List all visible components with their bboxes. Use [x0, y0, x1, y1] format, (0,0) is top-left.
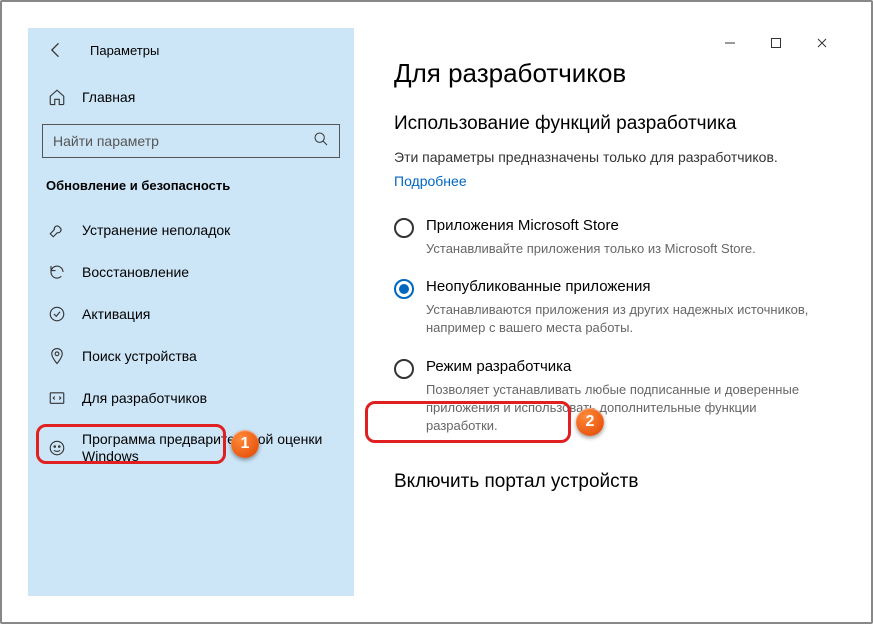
search-box[interactable]: [42, 124, 340, 158]
section-heading: Использование функций разработчика: [394, 113, 818, 135]
option-help: Устанавливайте приложения только из Micr…: [426, 240, 756, 258]
search-input[interactable]: [53, 133, 293, 149]
radio-icon[interactable]: [394, 359, 414, 379]
option-help: Позволяет устанавливать любые подписанны…: [426, 381, 818, 436]
option-label: Неопубликованные приложения: [426, 278, 818, 295]
option-help: Устанавливаются приложения из других над…: [426, 301, 818, 337]
radio-icon[interactable]: [394, 279, 414, 299]
option-label: Режим разработчика: [426, 358, 818, 375]
sidebar-item-label: Активация: [82, 306, 150, 323]
sidebar-item-label: Программа предварительной оценки Windows: [82, 431, 336, 465]
window-controls: [707, 28, 845, 58]
window-title: Параметры: [90, 43, 159, 58]
sidebar-item-label: Для разработчиков: [82, 390, 207, 407]
settings-window: Параметры Главная Обновление и безопасно…: [28, 28, 846, 596]
back-button[interactable]: [46, 40, 66, 60]
sidebar-item-troubleshoot[interactable]: Устранение неполадок: [28, 209, 354, 251]
home-icon: [48, 88, 66, 106]
content-pane: Для разработчиков Использование функций …: [354, 28, 846, 596]
section-description: Эти параметры предназначены только для р…: [394, 149, 818, 165]
sidebar-item-find-device[interactable]: Поиск устройства: [28, 335, 354, 377]
sidebar-item-activation[interactable]: Активация: [28, 293, 354, 335]
recovery-icon: [48, 263, 66, 281]
sidebar-item-label: Устранение неполадок: [82, 222, 230, 239]
insider-icon: [48, 439, 66, 457]
minimize-button[interactable]: [707, 28, 753, 58]
maximize-button[interactable]: [753, 28, 799, 58]
sidebar-item-recovery[interactable]: Восстановление: [28, 251, 354, 293]
sidebar-nav: Устранение неполадок Восстановление Акти…: [28, 209, 354, 477]
sidebar-home-label: Главная: [82, 89, 135, 105]
radio-icon[interactable]: [394, 218, 414, 238]
option-store[interactable]: Приложения Microsoft Store Устанавливайт…: [394, 217, 818, 258]
option-devmode[interactable]: Режим разработчика Позволяет устанавлива…: [394, 358, 818, 436]
location-icon: [48, 347, 66, 365]
developer-mode-options: Приложения Microsoft Store Устанавливайт…: [394, 217, 818, 435]
option-label: Приложения Microsoft Store: [426, 217, 756, 234]
wrench-icon: [48, 221, 66, 239]
option-sideload[interactable]: Неопубликованные приложения Устанавливаю…: [394, 278, 818, 337]
close-button[interactable]: [799, 28, 845, 58]
page-title: Для разработчиков: [394, 58, 818, 89]
sidebar-item-insider[interactable]: Программа предварительной оценки Windows: [28, 419, 354, 477]
sidebar-home[interactable]: Главная: [28, 78, 354, 116]
developer-icon: [48, 389, 66, 407]
search-icon: [313, 131, 329, 152]
sidebar: Параметры Главная Обновление и безопасно…: [28, 28, 354, 596]
sidebar-item-label: Поиск устройства: [82, 348, 197, 365]
sidebar-item-label: Восстановление: [82, 264, 189, 281]
section-heading-portal: Включить портал устройств: [394, 471, 818, 493]
activation-icon: [48, 305, 66, 323]
sidebar-item-for-developers[interactable]: Для разработчиков: [28, 377, 354, 419]
sidebar-section-title: Обновление и безопасность: [28, 158, 354, 203]
learn-more-link[interactable]: Подробнее: [394, 173, 467, 189]
